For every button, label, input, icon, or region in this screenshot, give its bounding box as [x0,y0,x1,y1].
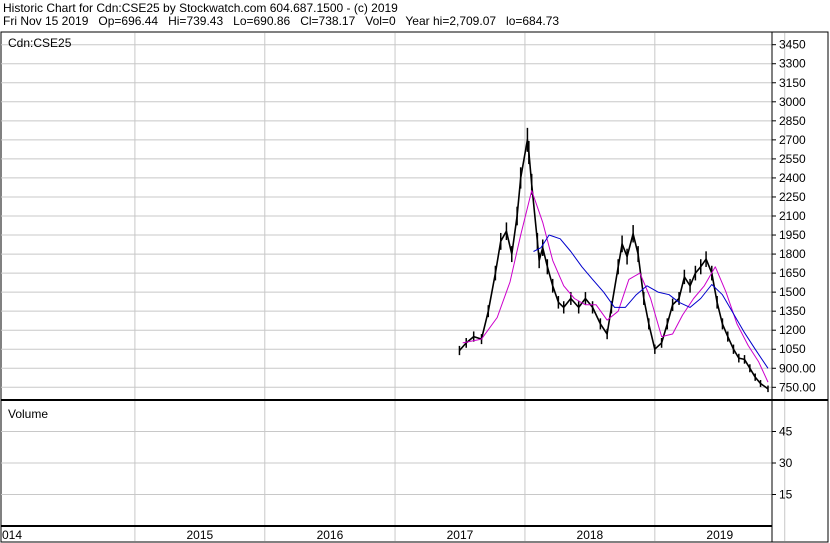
price-tick-label: 3450 [779,38,806,52]
volume-tick-label: 30 [779,456,793,470]
x-tick-label: 2018 [577,528,604,542]
price-tick-label: 2400 [779,171,806,185]
volume-tick-label: 15 [779,488,793,502]
price-tick-label: 1500 [779,285,806,299]
x-tick-label: 2017 [447,528,474,542]
price-tick-label: 1050 [779,342,806,356]
price-tick-label: 1200 [779,323,806,337]
x-tick-label: 2019 [706,528,733,542]
price-panel-title: Cdn:CSE25 [8,36,72,50]
volume-panel-title: Volume [8,407,48,421]
volume-tick-label: 45 [779,425,793,439]
price-tick-label: 750.00 [779,380,816,394]
price-tick-label: 2700 [779,133,806,147]
x-tick-label: 2016 [317,528,344,542]
price-tick-label: 3000 [779,95,806,109]
price-tick-label: 1350 [779,304,806,318]
x-tick-label: 014 [2,528,22,542]
chart-frame [0,31,829,543]
price-tick-label: 2250 [779,190,806,204]
price-tick-label: 3150 [779,76,806,90]
x-tick-label: 2015 [186,528,213,542]
price-tick-label: 2100 [779,209,806,223]
stock-chart: Cdn:CSE25 Volume 3450 3300 3150 3000 2850 270… [0,31,829,543]
price-tick-label: 2550 [779,152,806,166]
price-tick-label: 1800 [779,247,806,261]
price-tick-label: 2850 [779,114,806,128]
price-tick-label: 1650 [779,266,806,280]
price-tick-label: 3300 [779,57,806,71]
price-tick-label: 900.00 [779,361,816,375]
price-tick-label: 1950 [779,228,806,242]
